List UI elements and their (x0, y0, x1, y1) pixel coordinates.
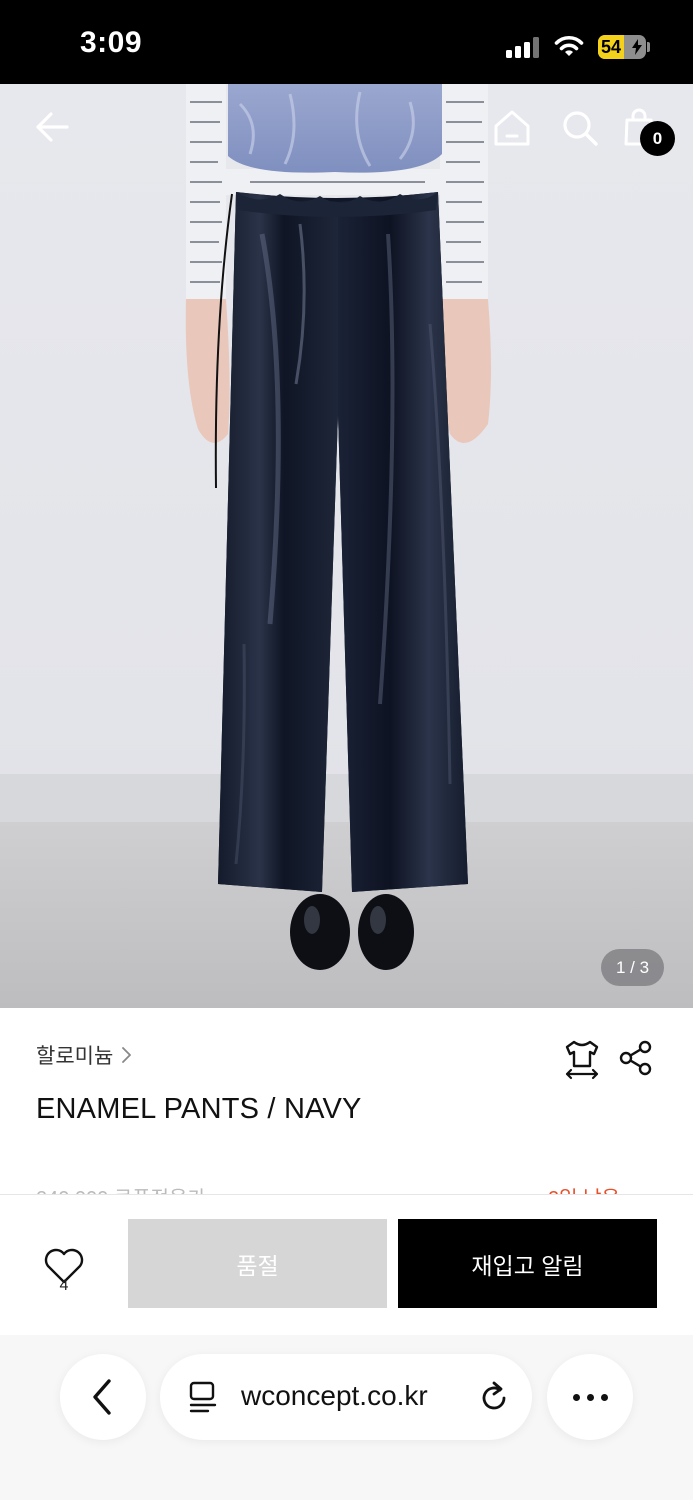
more-icon-dot (586, 1393, 594, 1401)
more-icon-dot (572, 1393, 580, 1401)
status-time: 3:09 (80, 26, 143, 59)
url-text[interactable]: wconcept.co.kr (241, 1380, 428, 1412)
product-name: ENAMEL PANTS / NAVY (36, 1093, 362, 1125)
soldout-button[interactable]: 품절 (128, 1219, 387, 1308)
chevron-right-icon (122, 1047, 132, 1063)
product-photo (0, 84, 693, 1008)
charging-bolt-icon (632, 39, 642, 55)
gallery-page-indicator: 1 / 3 (601, 949, 664, 986)
cart-count-badge[interactable]: 0 (640, 121, 675, 156)
product-image[interactable] (0, 84, 693, 1008)
cellular-signal-icon (506, 36, 542, 58)
wifi-icon (554, 35, 584, 56)
more-button[interactable] (547, 1354, 633, 1440)
reader-mode-icon[interactable] (188, 1381, 218, 1413)
share-icon[interactable] (618, 1040, 654, 1076)
battery-level: 54 (601, 37, 622, 57)
battery-cap (647, 42, 650, 52)
back-chevron-icon (93, 1379, 111, 1415)
coupon-remaining-text: 2일 남음 (548, 1182, 620, 1194)
browser-back-button[interactable] (60, 1354, 146, 1440)
battery-charging-icon: 54 (598, 35, 646, 59)
status-bar: 3:09 54 (0, 0, 693, 84)
more-icon-dot (600, 1393, 608, 1401)
brand-link[interactable]: 할로미늄 (36, 1040, 133, 1070)
search-icon[interactable] (558, 106, 602, 150)
wish-count: 4 (59, 1277, 69, 1294)
brand-name: 할로미늄 (36, 1045, 114, 1068)
price-text: 240,000 쿠폰적용가 (36, 1182, 206, 1194)
home-icon[interactable] (490, 106, 534, 150)
reload-icon[interactable] (478, 1380, 510, 1414)
back-arrow-icon[interactable] (31, 105, 75, 149)
size-guide-icon[interactable] (563, 1038, 601, 1080)
restock-alert-button[interactable]: 재입고 알림 (398, 1219, 657, 1308)
